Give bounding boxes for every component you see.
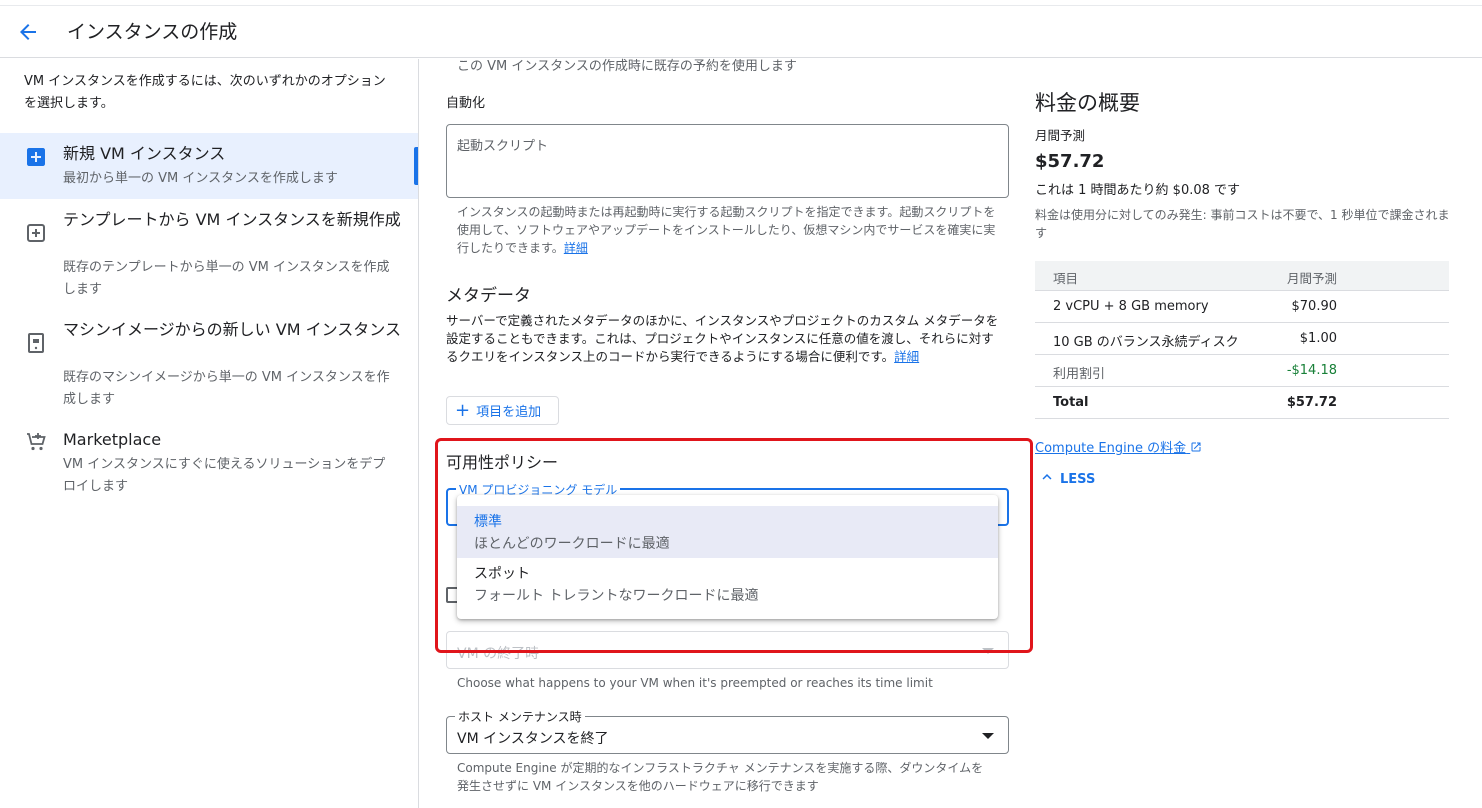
- plus-icon: +: [455, 399, 471, 421]
- creation-options-panel: VM インスタンスを作成するには、次のいずれかのオプションを選択します。 新規 …: [0, 59, 419, 808]
- hourly-price: これは 1 時間あたり約 $0.08 です: [1035, 183, 1241, 198]
- cart-add-icon: [24, 430, 48, 454]
- option-title: 標準: [474, 514, 502, 530]
- less-toggle[interactable]: LESS: [1038, 468, 1095, 490]
- option-title: 新規 VM インスタンス: [63, 144, 226, 163]
- compute-engine-pricing-link[interactable]: Compute Engine の料金: [1035, 437, 1202, 456]
- metadata-details-link[interactable]: 詳細: [894, 349, 919, 364]
- host-maintenance-select[interactable]: ホスト メンテナンス時 VM インスタンスを終了: [446, 708, 1009, 754]
- option-desc: ほとんどのワークロードに最適: [474, 536, 670, 552]
- option-title: スポット: [474, 566, 530, 582]
- menu-option-standard[interactable]: 標準 ほとんどのワークロードに最適: [457, 506, 998, 558]
- table-row: 10 GB のバランス永続ディスク $1.00: [1035, 323, 1449, 355]
- pricing-note: 料金は使用分に対してのみ発生: 事前コストは不要で、1 秒単位で課金されます: [1035, 208, 1450, 240]
- host-maintenance-help: Compute Engine が定期的なインフラストラクチャ メンテナンスを実施…: [457, 761, 984, 793]
- arrow-back-icon[interactable]: [16, 20, 40, 44]
- reservation-help-text: この VM インスタンスの作成時に既存の予約を使用します: [457, 59, 797, 74]
- instance-config-form: この VM インスタンスの作成時に既存の予約を使用します 自動化 起動スクリプト…: [420, 59, 1020, 808]
- add-box-outline-icon: [24, 221, 48, 245]
- add-item-button[interactable]: + 項目を追加: [446, 396, 559, 425]
- table-row-total: Total $57.72: [1035, 387, 1449, 419]
- menu-option-spot[interactable]: スポット フォールト トレラントなワークロードに最適: [457, 558, 998, 610]
- metadata-heading: メタデータ: [446, 286, 531, 306]
- table-header: 項目 月間予測: [1035, 261, 1449, 291]
- chevron-up-icon: [1038, 468, 1056, 490]
- page-title: インスタンスの作成: [67, 21, 238, 43]
- automation-label: 自動化: [446, 96, 486, 111]
- startup-script-placeholder: 起動スクリプト: [457, 139, 549, 154]
- table-row: 利用割引 -$14.18: [1035, 355, 1449, 387]
- option-from-template[interactable]: テンプレートから VM インスタンスを新規作成 既存のテンプレートから単一の V…: [0, 207, 418, 303]
- open-in-new-icon: [1190, 441, 1202, 456]
- option-from-machine-image[interactable]: マシンイメージからの新しい VM インスタンス 既存のマシンイメージから単一の …: [0, 317, 418, 413]
- metadata-description: サーバーで定義されたメタデータのほかに、インスタンスやプロジェクトのカスタム メ…: [446, 313, 999, 364]
- automation-details-link[interactable]: 詳細: [564, 241, 588, 255]
- machine-image-icon: [24, 331, 48, 355]
- automation-help: インスタンスの起動時または再起動時に実行する起動スクリプトを指定できます。起動ス…: [457, 205, 996, 255]
- host-maintenance-label: ホスト メンテナンス時: [455, 708, 585, 725]
- selected-indicator: [414, 147, 418, 185]
- host-maintenance-value: VM インスタンスを終了: [457, 731, 609, 747]
- option-desc: 既存のテンプレートから単一の VM インスタンスを作成します: [63, 260, 390, 297]
- options-intro: VM インスタンスを作成するには、次のいずれかのオプションを選択します。: [24, 74, 386, 111]
- page-header: インスタンスの作成: [0, 6, 1482, 58]
- pricing-title: 料金の概要: [1035, 91, 1140, 115]
- pricing-table: 項目 月間予測 2 vCPU + 8 GB memory $70.90 10 G…: [1035, 261, 1449, 419]
- monthly-estimate-label: 月間予測: [1035, 128, 1086, 143]
- monthly-price: $57.72: [1035, 151, 1105, 172]
- option-title: マシンイメージからの新しい VM インスタンス: [63, 320, 401, 339]
- termination-placeholder: VM の終了時: [457, 646, 540, 662]
- startup-script-input[interactable]: 起動スクリプト: [446, 124, 1009, 198]
- option-desc: フォールト トレラントなワークロードに最適: [474, 588, 759, 604]
- chevron-down-icon: [982, 648, 994, 654]
- availability-heading: 可用性ポリシー: [446, 453, 559, 472]
- add-item-label: 項目を追加: [476, 405, 542, 420]
- option-desc: 既存のマシンイメージから単一の VM インスタンスを作成します: [63, 370, 390, 407]
- termination-action-select[interactable]: VM の終了時: [446, 631, 1009, 669]
- termination-help: Choose what happens to your VM when it's…: [457, 676, 933, 690]
- chevron-down-icon: [982, 733, 994, 739]
- option-desc: VM インスタンスにすぐに使えるソリューションをデプロイします: [63, 457, 386, 494]
- option-title: Marketplace: [63, 430, 162, 449]
- table-row: 2 vCPU + 8 GB memory $70.90: [1035, 291, 1449, 323]
- option-new-vm[interactable]: 新規 VM インスタンス 最初から単一の VM インスタンスを作成します: [0, 133, 418, 199]
- add-box-icon: [24, 145, 48, 169]
- option-desc: 最初から単一の VM インスタンスを作成します: [63, 171, 338, 186]
- option-title: テンプレートから VM インスタンスを新規作成: [63, 210, 401, 229]
- provisioning-model-menu: 標準 ほとんどのワークロードに最適 スポット フォールト トレラントなワークロー…: [457, 495, 998, 619]
- option-marketplace[interactable]: Marketplace VM インスタンスにすぐに使えるソリューションをデプロイ…: [0, 427, 418, 503]
